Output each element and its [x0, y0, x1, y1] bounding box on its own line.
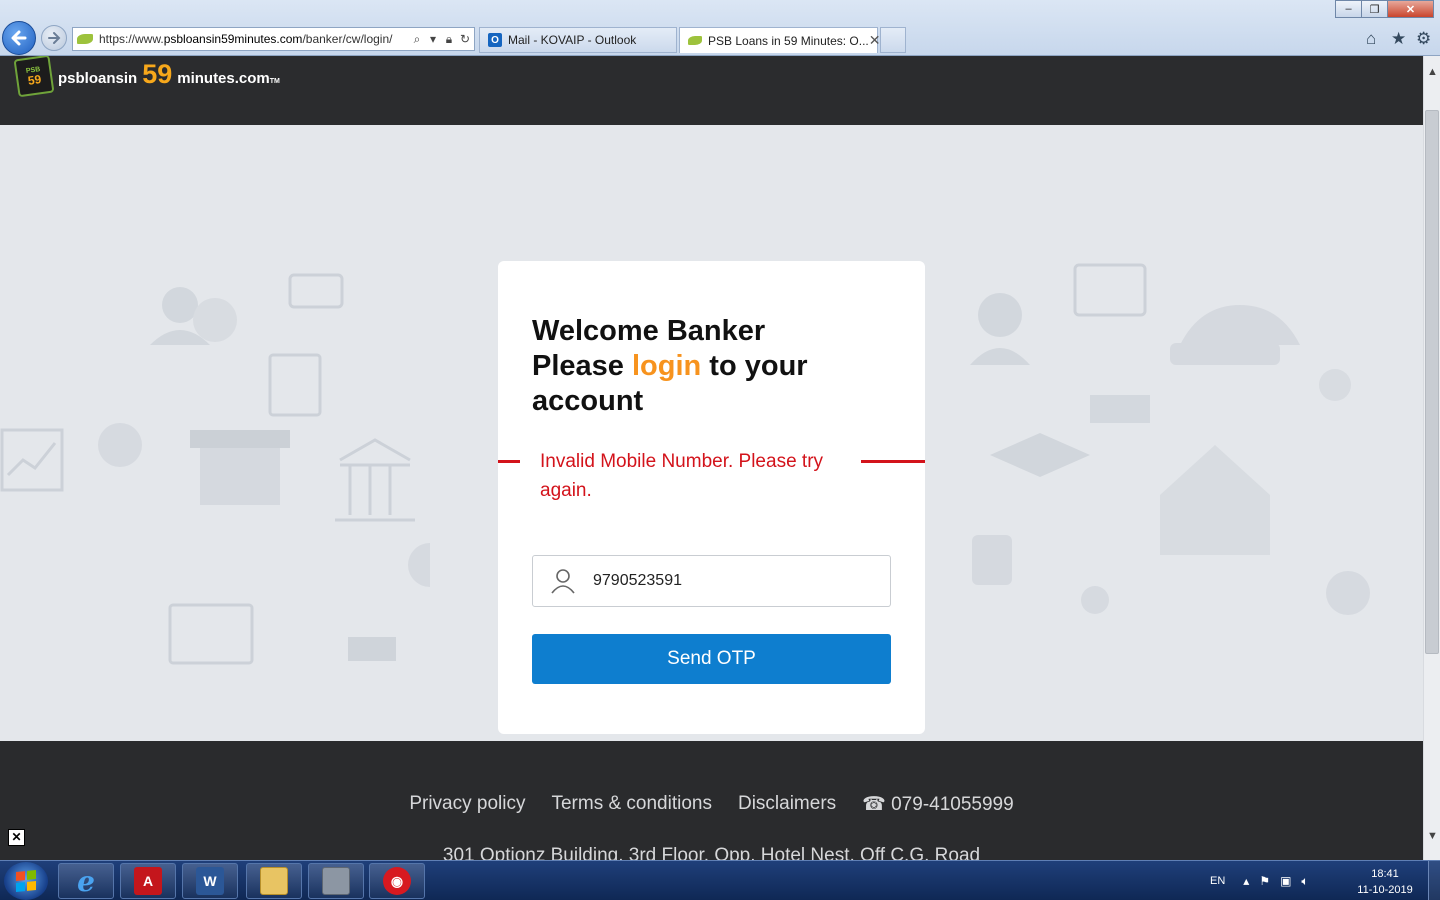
scroll-down-arrow-icon[interactable]: ▼ — [1424, 830, 1440, 842]
site-footer: Privacy policy Terms & conditions Discla… — [0, 741, 1423, 860]
clock-time: 18:41 — [1371, 868, 1399, 880]
logo-trademark: TM — [269, 78, 280, 85]
forward-arrow-icon — [48, 32, 61, 44]
url-path: /banker/cw/login/ — [302, 32, 393, 46]
start-button[interactable] — [4, 862, 48, 900]
back-arrow-icon — [11, 30, 27, 46]
taskbar-microsoft-word[interactable]: W — [182, 863, 238, 899]
site-favicon-icon — [77, 34, 93, 44]
internet-explorer-icon: e — [77, 864, 95, 898]
welcome-heading: Welcome Banker Please login to your acco… — [532, 314, 862, 419]
background-illustration-left — [98, 273, 430, 665]
language-indicator[interactable]: EN — [1210, 875, 1225, 887]
show-desktop-button[interactable] — [1428, 861, 1440, 900]
show-hidden-icons[interactable]: ▴ — [1243, 874, 1249, 888]
tab-outlook-mail[interactable]: O Mail - KOVAIP - Outlook — [479, 27, 677, 53]
tab-label: Mail - KOVAIP - Outlook — [508, 33, 637, 47]
address-bar[interactable]: https://www.psbloansin59minutes.com/bank… — [72, 27, 475, 51]
maximize-button[interactable]: ❐ — [1361, 0, 1388, 18]
logo-text-number: 59 — [142, 59, 173, 89]
back-button[interactable] — [2, 21, 36, 55]
logo-badge: PSB 59 — [13, 56, 55, 98]
close-window-button[interactable]: ✕ — [1387, 0, 1434, 18]
settings-gear-icon[interactable]: ⚙ — [1416, 29, 1431, 49]
logo-text-right: minutes.com — [177, 70, 270, 87]
privacy-policy-link[interactable]: Privacy policy — [409, 793, 525, 816]
footer-phone[interactable]: ☎ 079-41055999 — [862, 793, 1014, 816]
logo-badge-number: 59 — [26, 71, 43, 88]
scroll-thumb[interactable] — [1425, 110, 1439, 654]
taskbar-internet-explorer[interactable]: e — [58, 863, 114, 899]
system-tray: EN ▴ ⚑ ▣ 🔈︎ — [1210, 861, 1319, 900]
lock-icon[interactable]: 🔒︎ — [442, 32, 456, 47]
taskbar-calculator[interactable] — [308, 863, 364, 899]
volume-muted-icon[interactable]: 🔈︎ — [1301, 874, 1308, 889]
disclaimers-link[interactable]: Disclaimers — [738, 793, 836, 816]
calculator-icon — [322, 867, 350, 895]
favorites-star-icon[interactable]: ★ — [1391, 29, 1406, 49]
adobe-acrobat-icon: A — [134, 867, 162, 895]
error-message-block: Invalid Mobile Number. Please try again. — [498, 445, 925, 509]
browser-chrome: https://www.psbloansin59minutes.com/bank… — [0, 0, 1440, 56]
trend-micro-icon: ◉ — [383, 867, 411, 895]
action-center-flag-icon[interactable]: ⚑ — [1259, 874, 1270, 888]
please-text: Please — [532, 350, 632, 382]
terms-conditions-link[interactable]: Terms & conditions — [551, 793, 712, 816]
page-scrollbar[interactable]: ▲ ▼ — [1423, 56, 1440, 860]
logo-text-left: psbloansin — [58, 70, 138, 87]
mobile-number-field[interactable] — [532, 555, 891, 607]
clock-date: 11-10-2019 — [1357, 884, 1413, 896]
footer-links: Privacy policy Terms & conditions Discla… — [0, 793, 1423, 816]
forward-button[interactable] — [41, 25, 67, 51]
error-message: Invalid Mobile Number. Please try again. — [540, 451, 824, 501]
search-icon[interactable]: ⌕ — [410, 32, 424, 47]
tab-psb-loans[interactable]: PSB Loans in 59 Minutes: O... ✕ — [679, 27, 881, 53]
taskbar-trend-micro[interactable]: ◉ — [369, 863, 425, 899]
new-tab-button[interactable] — [880, 27, 906, 53]
logo-wordmark: psbloansin 59 minutes.com TM — [58, 59, 280, 90]
login-hero-section: Welcome Banker Please login to your acco… — [0, 125, 1423, 741]
microsoft-word-icon: W — [196, 867, 224, 895]
home-icon[interactable]: ⌂ — [1366, 29, 1376, 49]
url-prefix: https://www. — [99, 32, 164, 46]
system-clock[interactable]: 18:41 11-10-2019 — [1348, 866, 1422, 898]
url-domain: psbloansin59minutes.com — [163, 32, 303, 46]
error-divider-left — [498, 460, 520, 463]
taskbar-adobe-acrobat[interactable]: A — [120, 863, 176, 899]
to-your-text: to your — [701, 350, 808, 382]
close-overlay-icon[interactable]: ✕ — [8, 829, 25, 846]
login-card: Welcome Banker Please login to your acco… — [498, 261, 925, 734]
folder-icon — [260, 867, 288, 895]
dropdown-icon[interactable]: ▾ — [426, 32, 440, 46]
account-text: account — [532, 385, 644, 417]
site-logo[interactable]: PSB 59 psbloansin 59 minutes.com TM — [13, 56, 280, 98]
address-url[interactable]: https://www.psbloansin59minutes.com/bank… — [99, 32, 410, 46]
footer-address: 301 Optionz Building, 3rd Floor, Opp. Ho… — [442, 845, 981, 860]
site-header: PSB 59 psbloansin 59 minutes.com TM — [0, 56, 1423, 125]
windows-taskbar: e A W ◉ EN ▴ ⚑ ▣ 🔈︎ 18:41 11-10-2019 — [0, 860, 1440, 900]
refresh-icon[interactable]: ↻ — [458, 32, 472, 46]
web-page: PSB 59 psbloansin 59 minutes.com TM Welc… — [0, 56, 1423, 860]
taskbar-file-explorer[interactable] — [246, 863, 302, 899]
user-icon — [533, 556, 593, 606]
error-divider-right — [861, 460, 925, 463]
chart-illustration-icon — [0, 428, 64, 492]
login-highlight: login — [631, 350, 702, 382]
send-otp-button[interactable]: Send OTP — [532, 634, 891, 684]
background-illustration-right — [970, 263, 1370, 615]
close-tab-icon[interactable]: ✕ — [869, 32, 881, 49]
outlook-icon: O — [488, 33, 502, 47]
psb-favicon-icon — [688, 36, 702, 45]
minimize-button[interactable]: – — [1335, 0, 1362, 18]
mobile-number-input[interactable] — [593, 572, 873, 590]
welcome-line: Welcome Banker — [532, 315, 766, 347]
tab-label: PSB Loans in 59 Minutes: O... — [708, 33, 869, 48]
scroll-up-arrow-icon[interactable]: ▲ — [1424, 66, 1440, 78]
windows-logo-icon — [16, 869, 36, 893]
network-icon[interactable]: ▣ — [1280, 874, 1291, 888]
